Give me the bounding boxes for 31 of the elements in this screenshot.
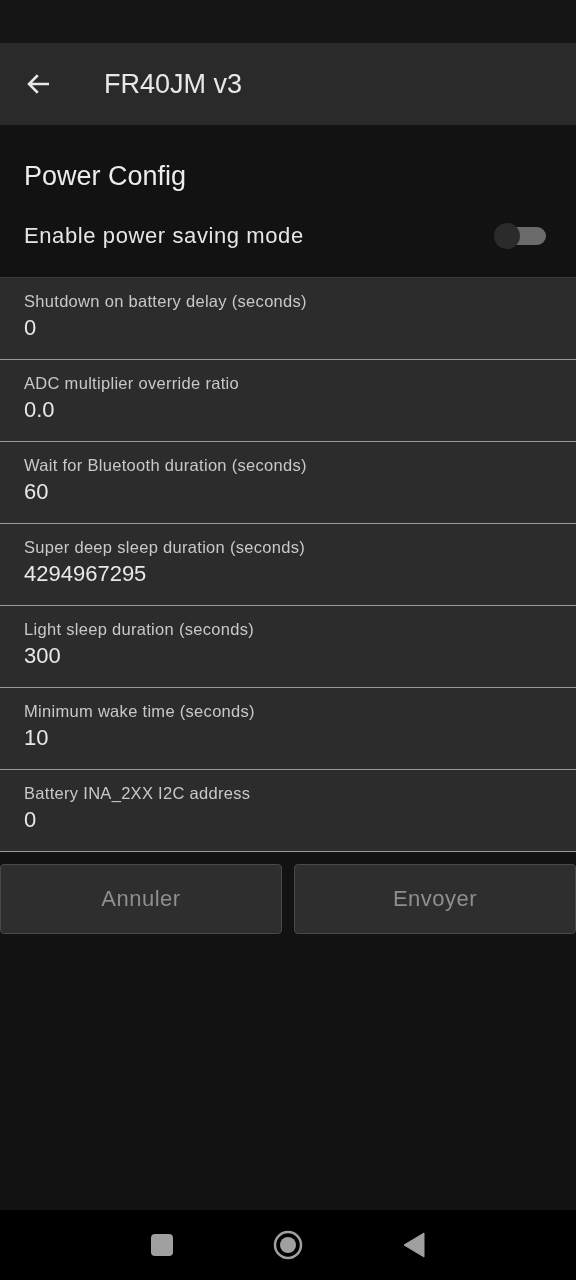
field-label: Light sleep duration (seconds) <box>24 620 256 639</box>
input-field[interactable]: 4294967295 <box>24 561 552 587</box>
screen-title: FR40JM v3 <box>104 68 243 100</box>
input-field[interactable]: 60 <box>24 479 552 505</box>
text-field[interactable]: Light sleep duration (seconds) 300 <box>0 606 576 688</box>
text-field[interactable]: Wait for Bluetooth duration (seconds) 60 <box>0 442 576 524</box>
text-field[interactable]: ADC multiplier override ratio 0.0 <box>0 360 576 442</box>
field-label: Super deep sleep duration (seconds) <box>24 538 307 557</box>
home-circle-icon <box>273 1230 303 1260</box>
input-field[interactable]: 300 <box>24 643 552 669</box>
back-nav-button[interactable] <box>403 1232 425 1258</box>
text-field[interactable]: Shutdown on battery delay (seconds) 0 <box>0 278 576 360</box>
toggle-label: Enable power saving mode <box>24 223 304 249</box>
section-title: Power Config <box>23 160 188 193</box>
recents-button[interactable] <box>151 1234 173 1256</box>
field-label: ADC multiplier override ratio <box>24 374 240 393</box>
text-field[interactable]: Super deep sleep duration (seconds) 4294967295 <box>0 524 576 606</box>
home-button[interactable] <box>273 1230 303 1260</box>
power-saving-switch[interactable] <box>494 223 546 249</box>
input-field[interactable]: 0.0 <box>24 397 552 423</box>
field-label: Battery INA_2XX I2C address <box>24 784 252 803</box>
input-field[interactable]: 0 <box>24 807 552 833</box>
field-label: Minimum wake time (seconds) <box>24 702 256 721</box>
square-icon <box>151 1234 173 1256</box>
input-field[interactable]: 0 <box>24 315 552 341</box>
input-field[interactable]: 10 <box>24 725 552 751</box>
field-label: Shutdown on battery delay (seconds) <box>24 292 308 311</box>
field-label: Wait for Bluetooth duration (seconds) <box>24 456 308 475</box>
text-field[interactable]: Minimum wake time (seconds) 10 <box>0 688 576 770</box>
triangle-back-icon <box>403 1232 425 1258</box>
text-field[interactable]: Battery INA_2XX I2C address 0 <box>0 770 576 852</box>
